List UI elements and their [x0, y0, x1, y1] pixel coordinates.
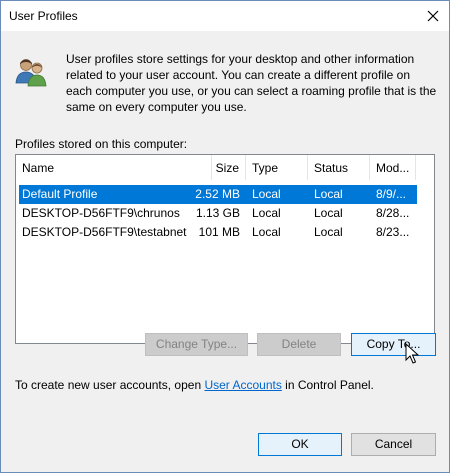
column-header-type[interactable]: Type	[246, 155, 308, 180]
footer-text: To create new user accounts, open User A…	[15, 378, 374, 392]
cancel-button[interactable]: Cancel	[351, 433, 436, 456]
table-row[interactable]: Default Profile 2.52 MB Local Local 8/9/…	[16, 185, 434, 204]
close-button[interactable]	[417, 1, 449, 31]
change-type-button[interactable]: Change Type...	[145, 333, 248, 356]
mouse-cursor-icon	[405, 343, 420, 364]
profiles-label: Profiles stored on this computer:	[15, 137, 188, 151]
title-bar: User Profiles	[1, 1, 449, 31]
cell-modified: 8/28...	[376, 206, 410, 220]
cell-modified: 8/23...	[376, 225, 410, 239]
copy-to-button[interactable]: Copy To...	[351, 333, 436, 356]
user-profiles-dialog: User Profiles User profiles store settin…	[0, 0, 450, 473]
column-header-modified[interactable]: Mod...	[370, 155, 416, 180]
table-row[interactable]: DESKTOP-D56FTF9\chrunos 1.13 GB Local Lo…	[16, 204, 434, 223]
description-text: User profiles store settings for your de…	[66, 52, 437, 114]
cell-type: Local	[252, 225, 281, 239]
cell-type: Local	[252, 187, 281, 201]
column-header-name[interactable]: Name	[16, 155, 212, 180]
cell-size: 101 MB	[198, 225, 240, 239]
column-header-size[interactable]: Size	[212, 155, 246, 180]
window-title: User Profiles	[9, 9, 78, 23]
cell-status: Local	[314, 225, 343, 239]
profiles-list[interactable]: Name Size Type Status Mod... Default Pro…	[15, 154, 435, 344]
cell-size: 2.52 MB	[195, 187, 240, 201]
footer-suffix: in Control Panel.	[281, 378, 374, 392]
delete-button[interactable]: Delete	[257, 333, 341, 356]
cell-status: Local	[314, 187, 343, 201]
cell-size: 1.13 GB	[195, 206, 240, 220]
cell-type: Local	[252, 206, 281, 220]
users-icon	[15, 59, 47, 87]
dialog-content: User profiles store settings for your de…	[1, 31, 449, 472]
cell-status: Local	[314, 206, 343, 220]
user-accounts-link[interactable]: User Accounts	[204, 378, 281, 392]
close-icon	[427, 10, 439, 22]
footer-prefix: To create new user accounts, open	[15, 378, 205, 392]
cell-modified: 8/9/...	[376, 187, 407, 201]
table-row[interactable]: DESKTOP-D56FTF9\testabnet 101 MB Local L…	[16, 223, 434, 242]
ok-button[interactable]: OK	[258, 433, 342, 456]
list-header: Name Size Type Status Mod...	[16, 155, 434, 180]
column-header-status[interactable]: Status	[308, 155, 370, 180]
